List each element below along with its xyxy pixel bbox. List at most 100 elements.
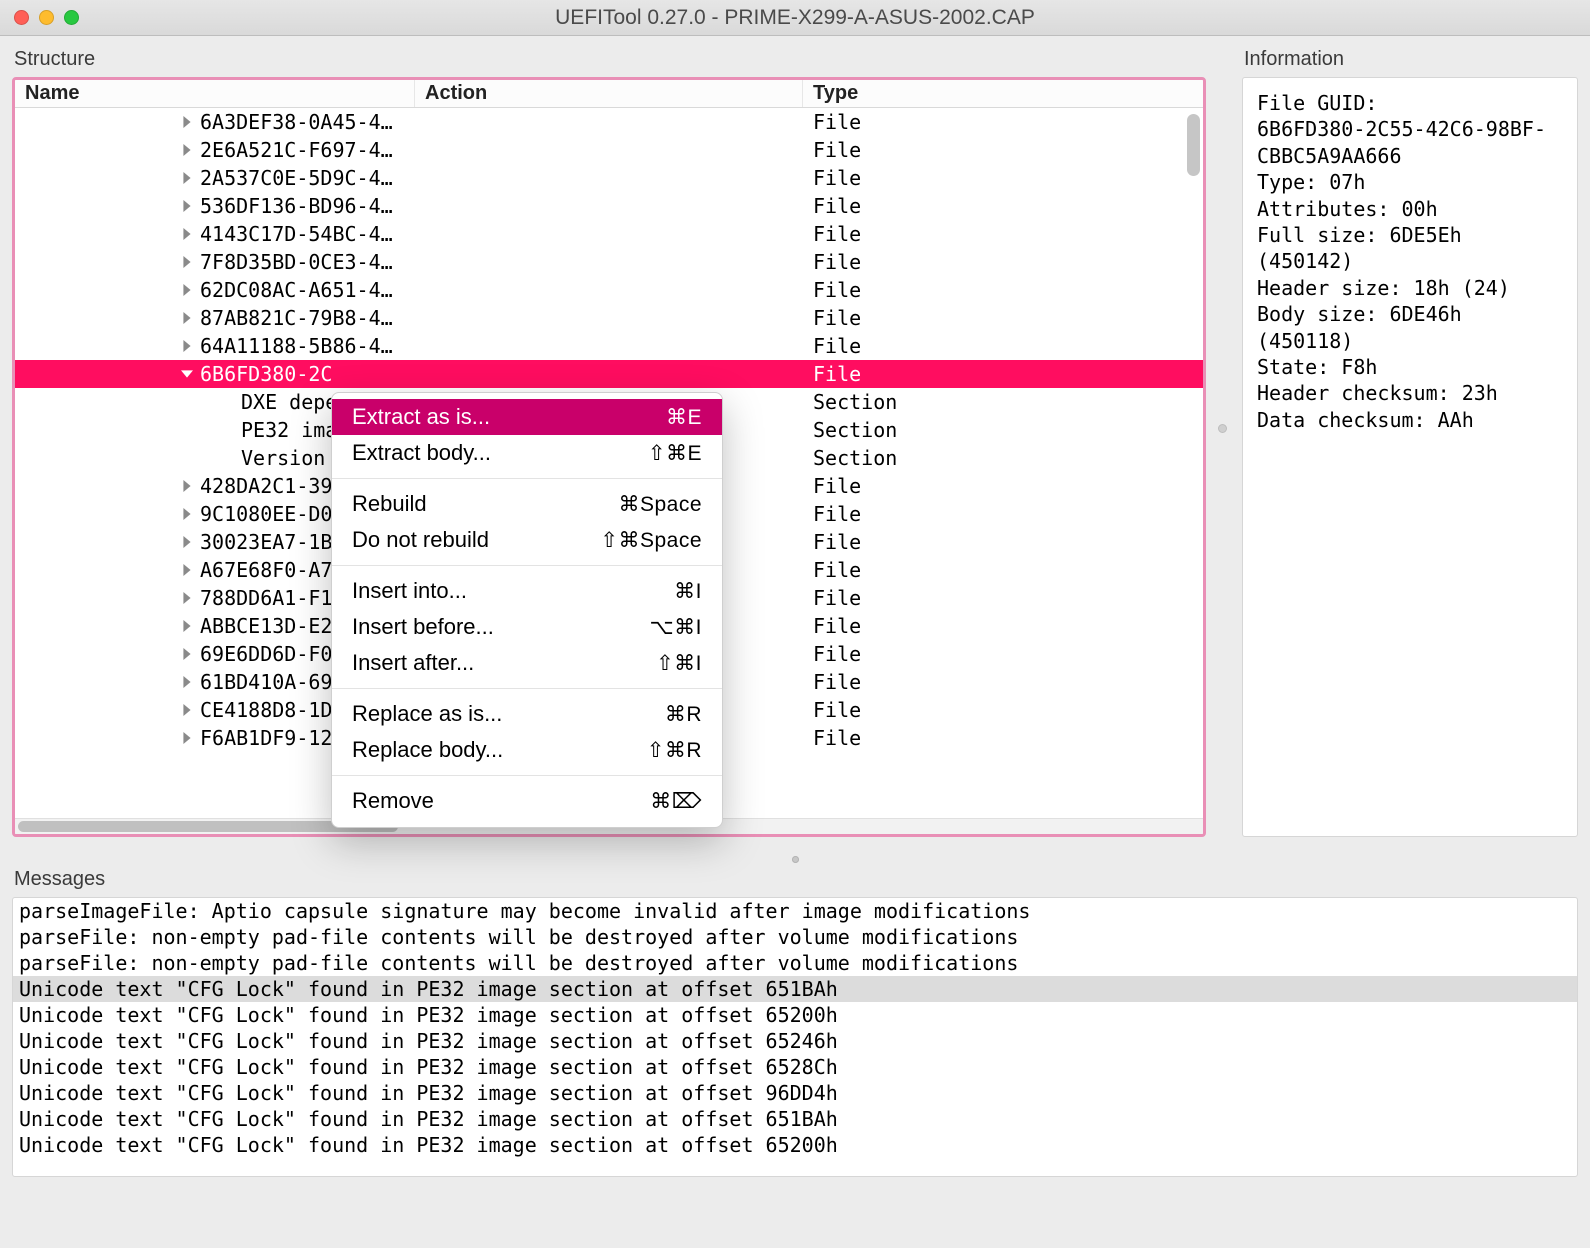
close-window-button[interactable] — [14, 10, 29, 25]
chevron-right-icon[interactable] — [180, 480, 194, 492]
chevron-right-icon[interactable] — [180, 256, 194, 268]
tree-row[interactable]: 2A537C0E-5D9C-4…File — [15, 164, 1203, 192]
message-row[interactable]: Unicode text "CFG Lock" found in PE32 im… — [13, 1080, 1577, 1106]
menu-item[interactable]: Insert after...⇧⌘I — [332, 645, 722, 681]
message-row[interactable]: parseFile: non-empty pad-file contents w… — [13, 924, 1577, 950]
message-row-selected[interactable]: Unicode text "CFG Lock" found in PE32 im… — [13, 976, 1577, 1002]
tree-item-type: Section — [803, 446, 897, 470]
minimize-window-button[interactable] — [39, 10, 54, 25]
tree-item-name: 9C1080EE-D0 — [200, 502, 332, 526]
tree-item-name: 428DA2C1-39 — [200, 474, 332, 498]
window-controls — [0, 10, 79, 25]
messages-list[interactable]: parseImageFile: Aptio capsule signature … — [12, 897, 1578, 1177]
info-line: CBBC5A9AA666 — [1257, 143, 1563, 169]
menu-item[interactable]: Remove⌘⌦ — [332, 783, 722, 819]
tree-item-type: File — [803, 642, 861, 666]
message-row[interactable]: Unicode text "CFG Lock" found in PE32 im… — [13, 1132, 1577, 1158]
tree-row[interactable]: 7F8D35BD-0CE3-4…File — [15, 248, 1203, 276]
chevron-right-icon[interactable] — [180, 704, 194, 716]
tree-item-name: 536DF136-BD96-4… — [200, 194, 393, 218]
tree-item-name: 6B6FD380-2C — [200, 362, 332, 386]
tree-item-type: File — [803, 138, 861, 162]
tree-item-name: 788DD6A1-F1 — [200, 586, 332, 610]
message-row[interactable]: Unicode text "CFG Lock" found in PE32 im… — [13, 1002, 1577, 1028]
tree-row[interactable]: 4143C17D-54BC-4… File — [15, 220, 1203, 248]
chevron-right-icon[interactable] — [180, 508, 194, 520]
tree-item-type: File — [803, 586, 861, 610]
chevron-right-icon[interactable] — [180, 732, 194, 744]
tree-item-name: F6AB1DF9-12 — [200, 726, 332, 750]
menu-item[interactable]: Extract body...⇧⌘E — [332, 435, 722, 471]
panel-splitter[interactable] — [1218, 44, 1230, 856]
info-line: Full size: 6DE5Eh (450142) — [1257, 222, 1563, 275]
tree-item-name: 4143C17D-54BC-4… — [200, 222, 393, 246]
chevron-right-icon[interactable] — [180, 648, 194, 660]
tree-item-name: 30023EA7-1B — [200, 530, 332, 554]
chevron-right-icon[interactable] — [180, 284, 194, 296]
col-type[interactable]: Type — [803, 80, 1203, 107]
menu-item-shortcut: ⌘I — [674, 579, 702, 604]
tree-item-name: 2E6A521C-F697-4… — [200, 138, 393, 162]
message-row[interactable]: Unicode text "CFG Lock" found in PE32 im… — [13, 1028, 1577, 1054]
tree-row[interactable]: 87AB821C-79B8-4…File — [15, 304, 1203, 332]
tree-item-name: 62DC08AC-A651-4… — [200, 278, 393, 302]
title-bar: UEFITool 0.27.0 - PRIME-X299-A-ASUS-2002… — [0, 0, 1590, 36]
info-line: Attributes: 00h — [1257, 196, 1563, 222]
tree-item-type: File — [803, 334, 861, 358]
message-row[interactable]: Unicode text "CFG Lock" found in PE32 im… — [13, 1106, 1577, 1132]
menu-item[interactable]: Replace as is...⌘R — [332, 696, 722, 732]
chevron-right-icon[interactable] — [180, 340, 194, 352]
tree-header: Name Action Type — [15, 80, 1203, 108]
tree-item-type: File — [803, 250, 861, 274]
menu-item[interactable]: Do not rebuild ⇧⌘Space — [332, 522, 722, 558]
chevron-right-icon[interactable] — [180, 564, 194, 576]
tree-item-name: ABBCE13D-E2 — [200, 614, 332, 638]
info-line: 6B6FD380-2C55-42C6-98BF- — [1257, 116, 1563, 142]
tree-row-selected[interactable]: 6B6FD380-2CFile — [15, 360, 1203, 388]
menu-item-label: Extract as is... — [352, 404, 490, 430]
menu-item[interactable]: Replace body... ⇧⌘R — [332, 732, 722, 768]
chevron-right-icon[interactable] — [180, 116, 194, 128]
menu-item[interactable]: Insert into... ⌘I — [332, 573, 722, 609]
chevron-right-icon[interactable] — [180, 536, 194, 548]
structure-vscroll-thumb[interactable] — [1187, 114, 1200, 176]
zoom-window-button[interactable] — [64, 10, 79, 25]
tree-item-type: File — [803, 222, 861, 246]
chevron-right-icon[interactable] — [180, 312, 194, 324]
col-action[interactable]: Action — [415, 80, 803, 107]
tree-item-name: CE4188D8-1D — [200, 698, 332, 722]
menu-item-label: Replace body... — [352, 737, 503, 763]
menu-item-shortcut: ⇧⌘Space — [600, 528, 702, 553]
menu-item-shortcut: ⇧⌘R — [647, 738, 702, 763]
menu-item-label: Do not rebuild — [352, 527, 489, 553]
tree-item-type: File — [803, 614, 861, 638]
chevron-right-icon[interactable] — [180, 676, 194, 688]
chevron-right-icon[interactable] — [180, 144, 194, 156]
chevron-right-icon[interactable] — [180, 200, 194, 212]
tree-row[interactable]: 536DF136-BD96-4…File — [15, 192, 1203, 220]
menu-separator — [332, 775, 722, 776]
chevron-right-icon[interactable] — [180, 620, 194, 632]
tree-row[interactable]: 62DC08AC-A651-4… File — [15, 276, 1203, 304]
tree-item-type: File — [803, 278, 861, 302]
tree-row[interactable]: 64A11188-5B86-4…File — [15, 332, 1203, 360]
menu-item-shortcut: ⌘E — [666, 405, 702, 430]
col-name[interactable]: Name — [15, 80, 415, 107]
menu-item[interactable]: Extract as is... ⌘E — [332, 399, 722, 435]
menu-item[interactable]: Rebuild⌘Space — [332, 486, 722, 522]
menu-item-label: Insert into... — [352, 578, 467, 604]
info-line: Type: 07h — [1257, 169, 1563, 195]
menu-item-label: Extract body... — [352, 440, 491, 466]
tree-item-type: File — [803, 502, 861, 526]
tree-row[interactable]: 2E6A521C-F697-4… File — [15, 136, 1203, 164]
message-row[interactable]: Unicode text "CFG Lock" found in PE32 im… — [13, 1054, 1577, 1080]
chevron-right-icon[interactable] — [180, 592, 194, 604]
message-row[interactable]: parseImageFile: Aptio capsule signature … — [13, 898, 1577, 924]
message-row[interactable]: parseFile: non-empty pad-file contents w… — [13, 950, 1577, 976]
menu-item-shortcut: ⌘R — [665, 702, 702, 727]
menu-item[interactable]: Insert before...⌥⌘I — [332, 609, 722, 645]
chevron-down-icon[interactable] — [180, 368, 194, 380]
chevron-right-icon[interactable] — [180, 172, 194, 184]
chevron-right-icon[interactable] — [180, 228, 194, 240]
tree-row[interactable]: 6A3DEF38-0A45-4…File — [15, 108, 1203, 136]
